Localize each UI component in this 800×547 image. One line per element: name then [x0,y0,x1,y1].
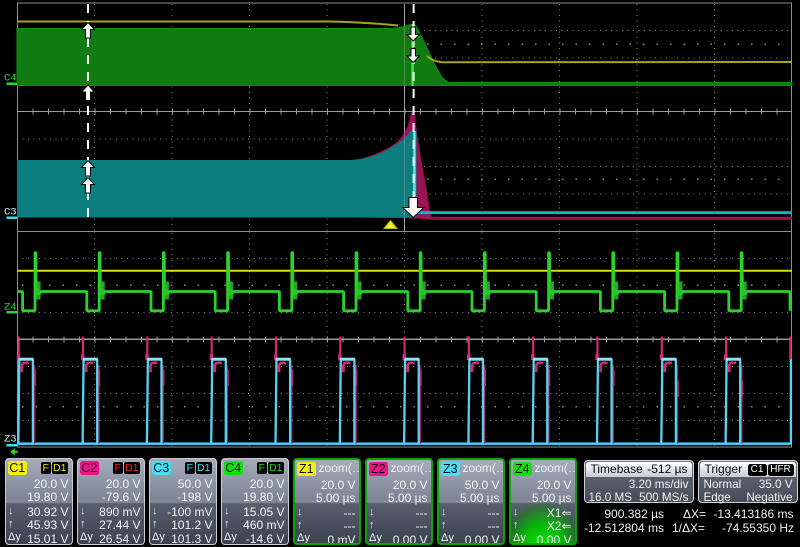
svg-text:Z3: Z3 [4,434,17,446]
